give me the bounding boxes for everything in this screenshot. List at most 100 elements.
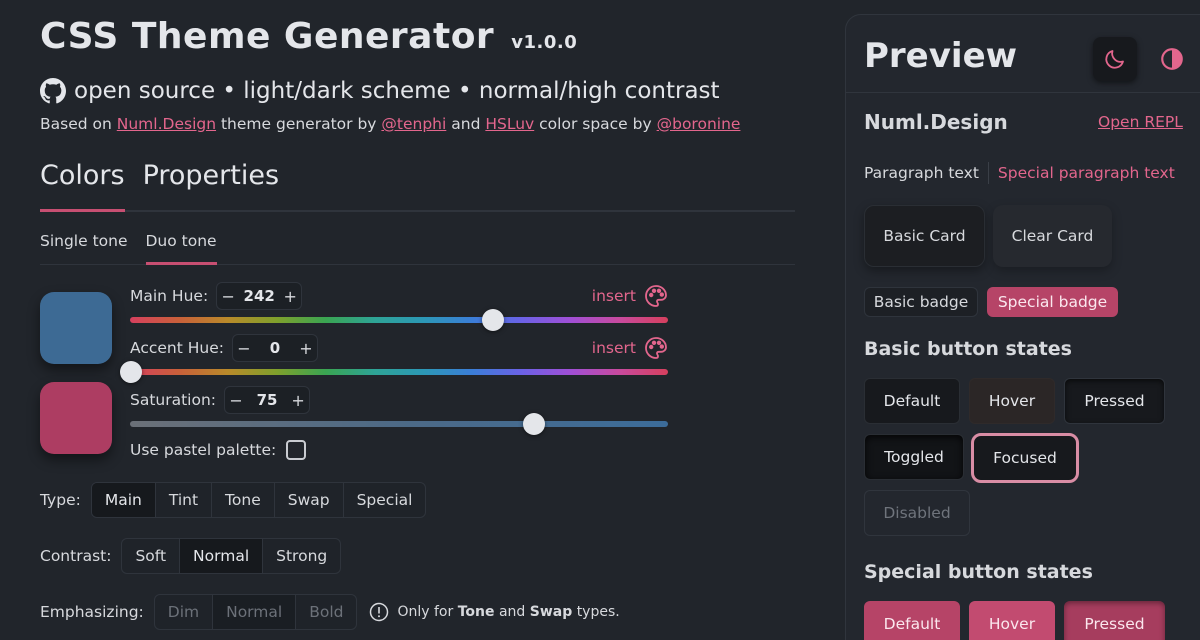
special-paragraph-text: Special paragraph text <box>997 164 1175 182</box>
note-prefix: Only for <box>397 604 454 620</box>
type-row: Type: Main Tint Tone Swap Special <box>40 482 427 518</box>
basic-card: Basic Card <box>864 205 985 267</box>
saturation-slider-handle[interactable] <box>523 413 545 435</box>
accent-hue-row: Accent Hue: − 0 + insert <box>130 334 668 362</box>
credits-color-space-by: color space by <box>539 115 652 133</box>
main-hue-input[interactable]: 242 <box>239 287 279 305</box>
main-hue-insert-button[interactable]: insert <box>592 284 668 308</box>
accent-hue-decrement-button[interactable]: − <box>233 339 255 358</box>
main-hue-label: Main Hue: <box>130 287 209 305</box>
page-title: CSS Theme Generator v1.0.0 <box>40 16 577 57</box>
type-option-tint[interactable]: Tint <box>156 483 213 517</box>
subtitle-text: open source • light/dark scheme • normal… <box>74 78 720 104</box>
github-icon[interactable] <box>40 78 66 104</box>
subtitle: open source • light/dark scheme • normal… <box>40 78 720 104</box>
boronine-link[interactable]: @boronine <box>657 115 741 133</box>
open-repl-link[interactable]: Open REPL <box>1098 113 1183 131</box>
main-hue-slider-track[interactable] <box>130 317 668 323</box>
emphasizing-option-bold: Bold <box>309 603 344 621</box>
tab-properties[interactable]: Properties <box>143 158 279 210</box>
basic-badge: Basic badge <box>864 287 978 317</box>
app-title: CSS Theme Generator <box>40 16 495 57</box>
version-label: v1.0.0 <box>511 32 578 53</box>
note-suffix: types. <box>576 604 620 620</box>
basic-hover-button[interactable]: Hover <box>969 378 1055 424</box>
saturation-input[interactable]: 75 <box>247 391 287 409</box>
accent-hue-stepper: − 0 + <box>231 334 318 362</box>
accent-hue-slider-handle[interactable] <box>120 361 142 383</box>
palette-icon <box>644 336 668 360</box>
basic-focused-button[interactable]: Focused <box>971 433 1079 483</box>
saturation-slider-track[interactable] <box>130 421 668 427</box>
main-hue-stepper: − 242 + <box>216 282 303 310</box>
special-badge: Special badge <box>987 287 1118 317</box>
preview-brand: Numl.Design <box>864 110 1008 134</box>
main-hue-insert-label: insert <box>591 287 636 305</box>
basic-pressed-button[interactable]: Pressed <box>1064 378 1165 424</box>
basic-button-states-heading: Basic button states <box>864 338 1072 360</box>
note-tone: Tone <box>457 604 495 620</box>
credits: Based on Numl.Design theme generator by … <box>40 115 740 133</box>
contrast-option-soft[interactable]: Soft <box>122 539 181 573</box>
contrast-row: Contrast: Soft Normal Strong <box>40 538 342 574</box>
accent-hue-label: Accent Hue: <box>130 339 224 357</box>
type-option-main[interactable]: Main <box>91 483 156 517</box>
tab-duo-tone[interactable]: Duo tone <box>145 228 217 265</box>
emphasizing-note: Only for Tone and Swap types. <box>369 602 620 622</box>
contrast-toggle[interactable] <box>1150 37 1194 81</box>
credits-and: and <box>451 115 481 133</box>
pastel-palette-label: Use pastel palette: <box>130 441 277 459</box>
paragraph-divider <box>987 162 989 184</box>
special-pressed-button[interactable]: Pressed <box>1064 601 1165 640</box>
accent-hue-input[interactable]: 0 <box>255 339 295 357</box>
clear-card: Clear Card <box>993 205 1112 267</box>
accent-hue-increment-button[interactable]: + <box>295 339 317 358</box>
tab-single-tone[interactable]: Single tone <box>40 228 128 264</box>
accent-hue-insert-button[interactable]: insert <box>592 336 668 360</box>
special-button-states-heading: Special button states <box>864 561 1093 583</box>
paragraph-text: Paragraph text <box>864 164 979 182</box>
main-hue-slider-handle[interactable] <box>482 309 504 331</box>
accent-color-swatch <box>40 382 112 454</box>
emphasizing-segmented-control: Dim Normal Bold <box>153 594 358 630</box>
pastel-palette-row: Use pastel palette: <box>130 440 307 460</box>
contrast-option-strong[interactable]: Strong <box>263 539 340 573</box>
type-label: Type: <box>40 491 81 509</box>
contrast-option-normal[interactable]: Normal <box>180 539 264 573</box>
type-option-tone[interactable]: Tone <box>212 483 275 517</box>
emphasizing-label: Emphasizing: <box>40 603 144 621</box>
preview-panel <box>845 14 1200 640</box>
basic-default-button[interactable]: Default <box>864 378 960 424</box>
saturation-increment-button[interactable]: + <box>287 391 309 410</box>
dark-mode-toggle[interactable] <box>1093 37 1137 81</box>
tab-colors[interactable]: Colors <box>40 158 125 212</box>
palette-icon <box>644 284 668 308</box>
preview-paragraph-row: Paragraph text Special paragraph text <box>864 162 1175 184</box>
special-default-button[interactable]: Default <box>864 601 960 640</box>
numl-design-link[interactable]: Numl.Design <box>117 115 216 133</box>
info-icon <box>369 602 389 622</box>
pastel-palette-checkbox[interactable] <box>286 440 307 460</box>
credits-theme-generator-by: theme generator by <box>220 115 377 133</box>
emphasizing-option-dim: Dim <box>155 595 214 629</box>
type-option-special[interactable]: Special <box>344 483 426 517</box>
accent-hue-insert-label: insert <box>591 339 636 357</box>
preview-title: Preview <box>864 36 1018 76</box>
contrast-segmented-control: Soft Normal Strong <box>121 538 342 574</box>
moon-icon <box>1103 47 1127 71</box>
saturation-decrement-button[interactable]: − <box>225 391 247 410</box>
preview-divider <box>846 92 1200 93</box>
main-hue-row: Main Hue: − 242 + insert <box>130 282 668 310</box>
basic-disabled-button: Disabled <box>864 490 970 536</box>
hsluv-link[interactable]: HSLuv <box>485 115 534 133</box>
note-and: and <box>498 604 526 620</box>
main-hue-increment-button[interactable]: + <box>279 287 301 306</box>
contrast-label: Contrast: <box>40 547 112 565</box>
type-option-swap[interactable]: Swap <box>275 483 344 517</box>
main-hue-decrement-button[interactable]: − <box>217 287 239 306</box>
credits-based-on: Based on <box>40 115 112 133</box>
basic-toggled-button[interactable]: Toggled <box>864 434 964 480</box>
special-hover-button[interactable]: Hover <box>969 601 1055 640</box>
tenphi-link[interactable]: @tenphi <box>381 115 446 133</box>
accent-hue-slider-track[interactable] <box>130 369 668 375</box>
